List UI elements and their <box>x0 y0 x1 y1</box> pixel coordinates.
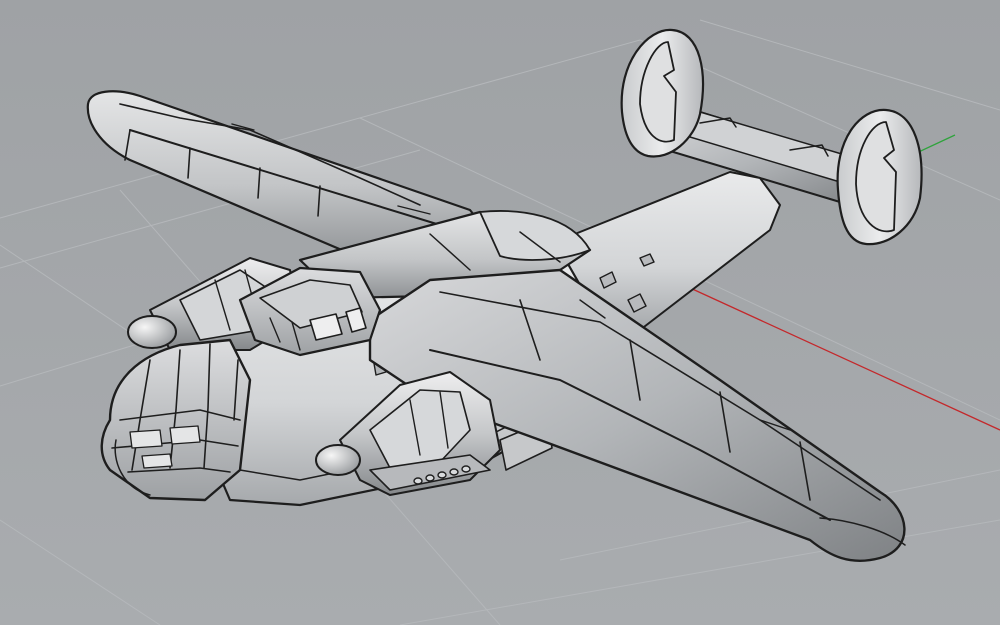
grid-line <box>0 519 161 625</box>
viewport-canvas[interactable] <box>0 0 1000 625</box>
tail-fin-right[interactable] <box>836 108 923 246</box>
propeller-spinner-left[interactable] <box>127 315 177 349</box>
grid-line <box>699 19 1000 111</box>
glazed-nose[interactable] <box>100 338 252 502</box>
perspective-viewport[interactable] <box>0 0 1000 625</box>
propeller-spinner-right[interactable] <box>315 444 361 476</box>
grid-line <box>399 519 1000 625</box>
